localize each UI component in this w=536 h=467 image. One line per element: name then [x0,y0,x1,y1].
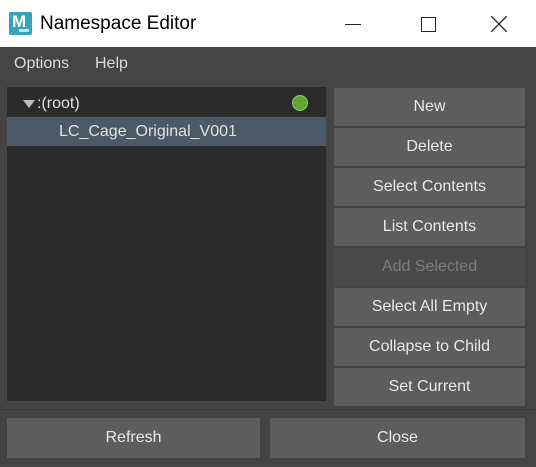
set-current-button[interactable]: Set Current [334,368,525,406]
new-button[interactable]: New [334,88,525,126]
delete-button[interactable]: Delete [334,128,525,166]
window-close-button[interactable] [476,0,522,47]
tree-root-label: :(root) [37,95,80,112]
minimize-button[interactable] [330,0,376,47]
list-contents-button[interactable]: List Contents [334,208,525,246]
namespace-tree[interactable]: :(root) LC_Cage_Original_V001 [7,87,326,401]
minimize-icon [345,24,361,25]
window-title: Namespace Editor [40,13,197,34]
title-bar: M Namespace Editor [0,0,536,47]
menu-help[interactable]: Help [95,55,128,73]
expand-triangle-icon[interactable] [23,100,35,108]
close-icon [491,16,507,32]
refresh-button[interactable]: Refresh [7,418,260,458]
menu-bar: Options Help [0,47,536,80]
collapse-to-child-button[interactable]: Collapse to Child [334,328,525,366]
maya-app-icon: M [9,12,32,35]
select-contents-button[interactable]: Select Contents [334,168,525,206]
current-namespace-indicator-icon [292,95,308,111]
add-selected-button[interactable]: Add Selected [334,248,525,286]
divider [0,409,536,410]
menu-options[interactable]: Options [14,55,69,73]
tree-namespace-label: LC_Cage_Original_V001 [59,123,237,140]
close-button[interactable]: Close [270,418,525,458]
maximize-icon [421,17,436,32]
select-all-empty-button[interactable]: Select All Empty [334,288,525,326]
tree-row-root[interactable]: :(root) [7,89,326,118]
tree-row-namespace[interactable]: LC_Cage_Original_V001 [7,117,326,146]
maximize-button[interactable] [405,0,451,47]
